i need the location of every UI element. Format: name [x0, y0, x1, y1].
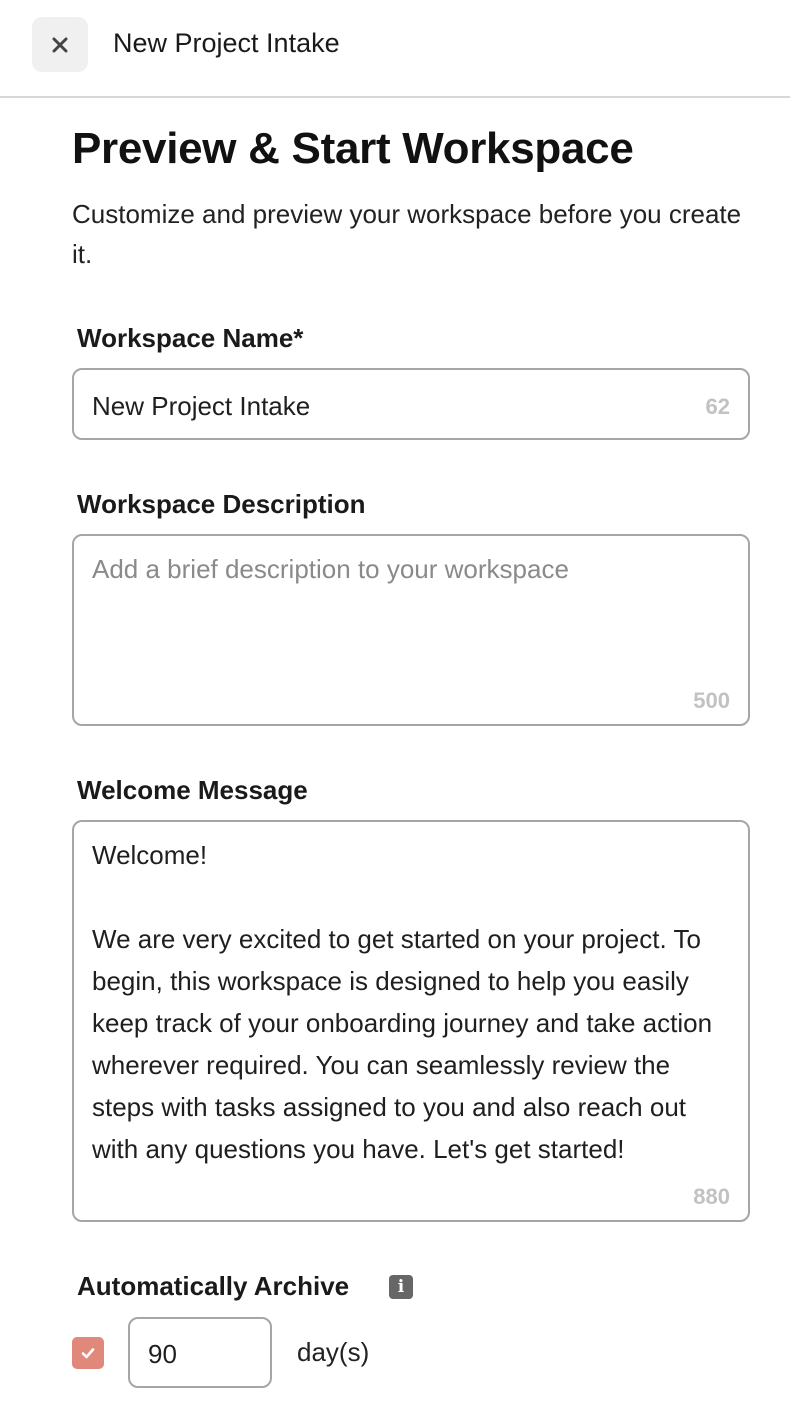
welcome-message-textarea[interactable]: Welcome! We are very excited to get star… [72, 820, 750, 1222]
page-subtitle: Customize and preview your workspace bef… [72, 199, 742, 269]
welcome-message-char-counter: 880 [693, 1184, 730, 1209]
workspace-description-label: Workspace Description [77, 489, 366, 519]
header-bar: New Project Intake [0, 0, 790, 98]
workspace-description-placeholder: Add a brief description to your workspac… [92, 554, 569, 584]
header-title: New Project Intake [113, 28, 340, 58]
workspace-name-char-counter: 62 [705, 394, 730, 419]
workspace-name-label: Workspace Name* [77, 323, 304, 353]
checkmark-icon [81, 1348, 95, 1359]
info-icon[interactable]: i [389, 1275, 413, 1299]
archive-days-value: 90 [148, 1339, 177, 1369]
archive-days-input[interactable]: 90 [128, 1317, 272, 1388]
workspace-name-input[interactable]: New Project Intake 62 [72, 368, 750, 440]
close-button[interactable] [32, 17, 88, 72]
archive-days-unit: day(s) [297, 1337, 370, 1367]
close-icon [52, 37, 68, 52]
workspace-description-char-counter: 500 [693, 688, 730, 713]
workspace-name-value: New Project Intake [92, 391, 311, 421]
welcome-message-label: Welcome Message [77, 775, 308, 805]
auto-archive-checkbox[interactable] [72, 1337, 104, 1369]
workspace-description-textarea[interactable]: Add a brief description to your workspac… [72, 534, 750, 726]
page-title: Preview & Start Workspace [72, 124, 634, 173]
welcome-message-value: Welcome! We are very excited to get star… [92, 840, 713, 1164]
auto-archive-label: Automatically Archive [77, 1271, 350, 1301]
